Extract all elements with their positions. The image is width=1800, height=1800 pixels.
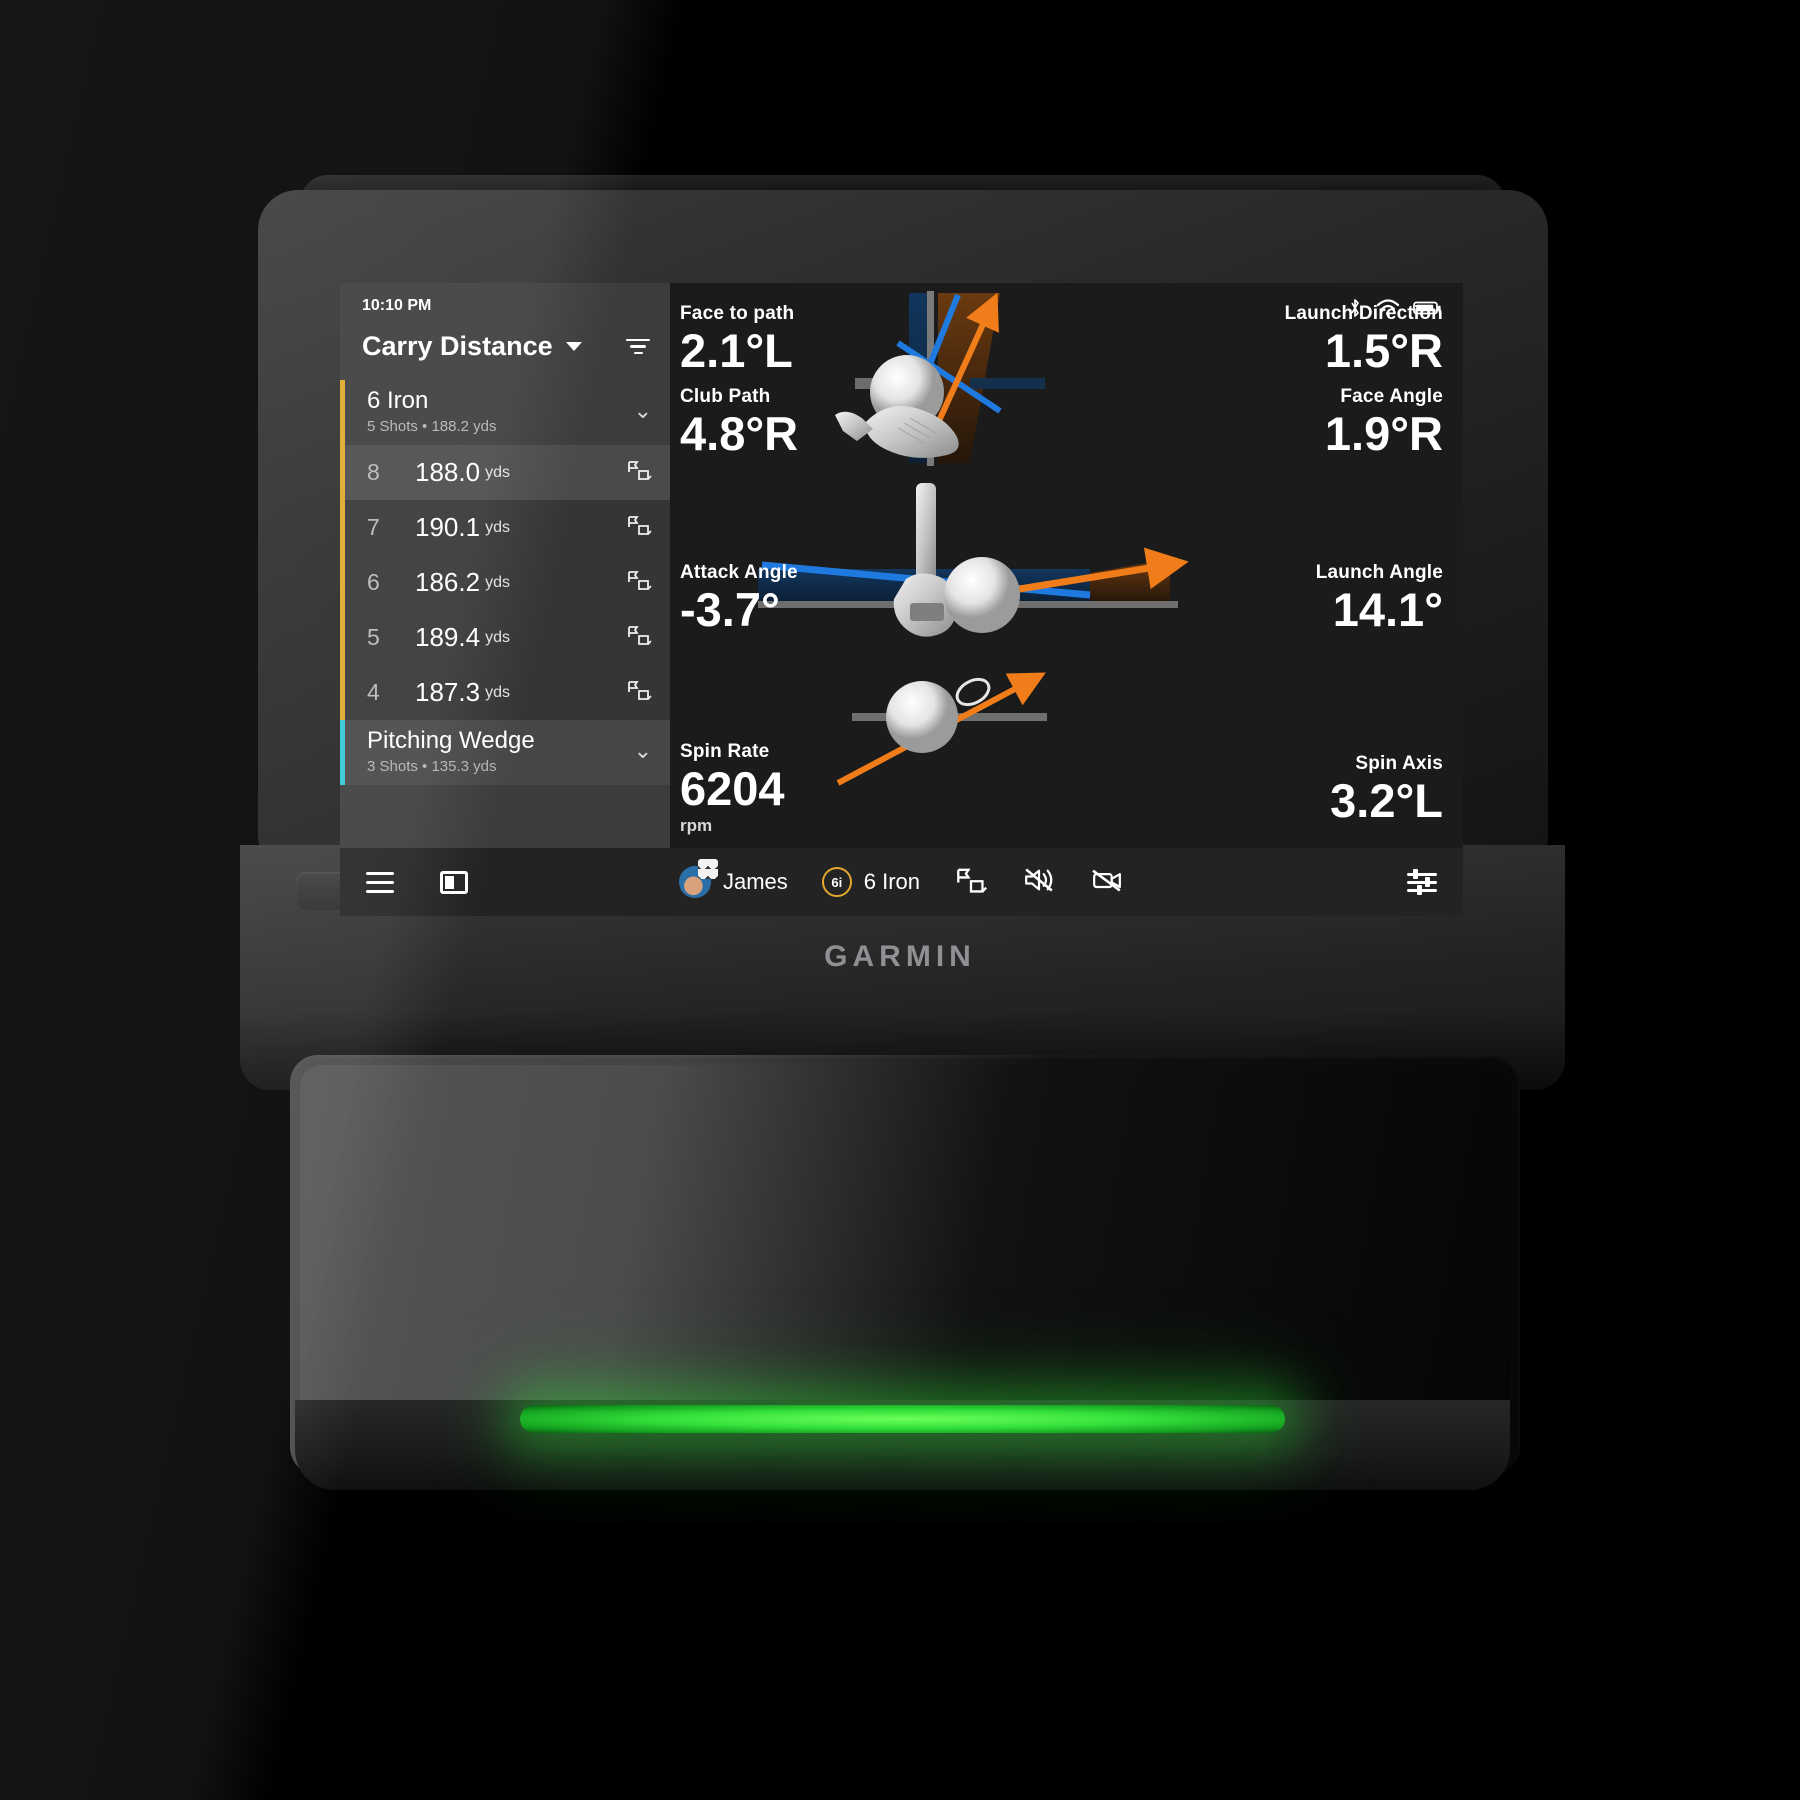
shot-number: 8 (367, 459, 380, 485)
metric-label-attack-angle: Attack Angle (680, 562, 798, 583)
screen-body: 10:10 PM Carry Distance 6 Iron 5 Shots •… (340, 283, 1463, 848)
metric-value-face-to-path: 2.1°L (680, 324, 793, 377)
shot-unit: yds (485, 518, 510, 536)
metric-label-club-path: Club Path (680, 386, 771, 407)
brand-wordmark: GARMIN (824, 940, 976, 973)
metrics-left-column: Face to path 2.1°L Club Path 4.8°R Attac… (680, 297, 910, 848)
table-row[interactable]: 8 188.0 yds (340, 445, 670, 500)
metric-label-spin-axis: Spin Axis (1355, 753, 1443, 774)
shot-unit: yds (485, 573, 510, 591)
status-time: 10:10 PM (362, 297, 432, 314)
metric-label-face-to-path: Face to path (680, 303, 795, 324)
club-header-6-iron[interactable]: 6 Iron 5 Shots • 188.2 yds ⌄ (340, 380, 670, 445)
metric-value-attack-angle: -3.7° (680, 583, 780, 636)
shot-distance: 189.4 (415, 622, 481, 652)
metric-value-club-path: 4.8°R (680, 407, 799, 460)
shot-unit: yds (485, 683, 510, 701)
shot-number: 7 (367, 514, 380, 540)
sort-dropdown[interactable]: Carry Distance (362, 331, 582, 362)
shot-unit: yds (485, 628, 510, 646)
club-group-pitching-wedge: Pitching Wedge 3 Shots • 135.3 yds ⌄ (340, 720, 670, 785)
device-lower-panel (300, 1065, 1510, 1445)
shot-distance: 188.0 (415, 457, 481, 487)
shot-number: 4 (367, 679, 380, 705)
flag-shot-icon[interactable] (626, 624, 652, 651)
shot-number: 5 (367, 624, 380, 650)
shot-number: 6 (367, 569, 380, 595)
list-title: Carry Distance (362, 331, 553, 361)
club-name: Pitching Wedge (367, 727, 535, 754)
chevron-down-icon[interactable]: ⌄ (634, 739, 652, 762)
metric-label-launch-direction: Launch Direction (1284, 303, 1443, 324)
metric-label-face-angle: Face Angle (1340, 386, 1443, 407)
club-name: 6 Iron (367, 387, 429, 414)
metric-label-launch-angle: Launch Angle (1315, 562, 1443, 583)
club-header-pitching-wedge[interactable]: Pitching Wedge 3 Shots • 135.3 yds ⌄ (340, 720, 670, 785)
list-header: Carry Distance (340, 315, 670, 380)
flag-shot-icon[interactable] (626, 459, 652, 486)
table-row[interactable]: 7 190.1 yds (340, 500, 670, 555)
shot-list-panel: 10:10 PM Carry Distance 6 Iron 5 Shots •… (340, 283, 670, 848)
club-subtitle: 3 Shots • 135.3 yds (367, 758, 497, 775)
shot-distance: 187.3 (415, 677, 481, 707)
menu-icon[interactable] (366, 871, 394, 893)
shot-unit: yds (485, 463, 510, 481)
panel-toggle-icon[interactable] (440, 870, 468, 894)
table-row[interactable]: 5 189.4 yds (340, 610, 670, 665)
metric-value-spin-rate: 6204 (680, 762, 785, 815)
table-row[interactable]: 4 187.3 yds (340, 665, 670, 720)
metric-value-launch-angle: 14.1° (1332, 583, 1443, 636)
metrics-panel: Face to path 2.1°L Club Path 4.8°R Attac… (670, 283, 1463, 848)
flag-shot-icon[interactable] (626, 679, 652, 706)
metric-value-spin-axis: 3.2°L (1330, 774, 1443, 827)
chevron-down-icon (565, 342, 582, 351)
metric-unit-spin-rate: rpm (680, 816, 713, 835)
club-accent-rail (340, 380, 345, 720)
shot-distance: 186.2 (415, 567, 481, 597)
metric-label-spin-rate: Spin Rate (680, 741, 770, 762)
chevron-down-icon[interactable]: ⌄ (634, 399, 652, 422)
metric-value-launch-direction: 1.5°R (1324, 324, 1443, 377)
club-accent-rail (340, 720, 345, 785)
metrics-right-column: Launch Direction 1.5°R Face Angle 1.9°R … (1213, 297, 1443, 848)
shot-distance: 190.1 (415, 512, 481, 542)
club-subtitle: 5 Shots • 188.2 yds (367, 418, 497, 435)
toolbar-left-group (366, 870, 468, 894)
screenshot-root: GARMIN 10:10 PM Carry Distance 6 Iron 5 … (0, 0, 1800, 1800)
status-led-bar (520, 1405, 1285, 1433)
club-group-6-iron: 6 Iron 5 Shots • 188.2 yds ⌄ 8 188.0 yds (340, 380, 670, 720)
flag-shot-icon[interactable] (626, 569, 652, 596)
filter-icon[interactable] (626, 338, 650, 355)
metric-value-face-angle: 1.9°R (1324, 407, 1443, 460)
table-row[interactable]: 6 186.2 yds (340, 555, 670, 610)
device-screen: 10:10 PM Carry Distance 6 Iron 5 Shots •… (340, 283, 1463, 916)
flag-shot-icon[interactable] (626, 514, 652, 541)
